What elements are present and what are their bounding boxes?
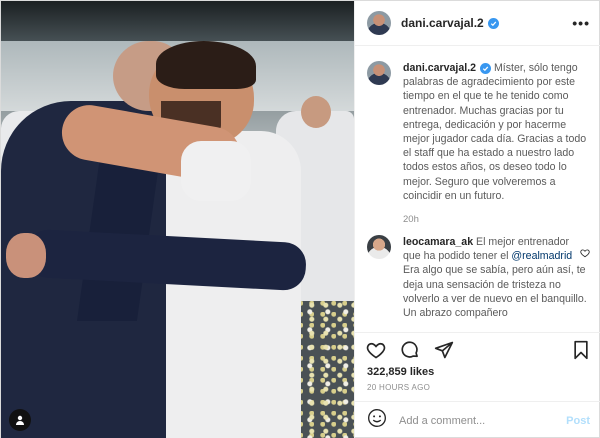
verified-badge-icon [487, 17, 499, 29]
caption-time[interactable]: 20h [403, 213, 589, 227]
caption-text: Míster, sólo tengo palabras de agradecim… [403, 62, 587, 202]
photo-background-head [301, 96, 331, 128]
caption-author-username[interactable]: dani.carvajal.2 [403, 62, 476, 74]
caption-entry: dani.carvajal.2 Míster, sólo tengo palab… [367, 61, 589, 227]
caption-author-avatar[interactable] [367, 61, 391, 85]
post-timestamp[interactable]: 20 HOURS AGO [367, 383, 430, 392]
post-side-panel: dani.carvajal.2 ••• dani.carvajal.2 Míst… [354, 1, 600, 438]
likes-count[interactable]: 322,859 likes [367, 366, 434, 378]
photo-coach-hand [6, 233, 46, 278]
emoji-icon[interactable] [367, 408, 387, 433]
post-photo[interactable] [1, 1, 354, 438]
verified-badge-icon [480, 63, 492, 74]
comment-entry: leocamara_ak El mejor entrenador que ha … [367, 235, 589, 320]
caption-body: dani.carvajal.2 Míster, sólo tengo palab… [403, 61, 589, 227]
heart-icon[interactable] [365, 339, 387, 361]
photo-player-hair [156, 41, 256, 89]
post-actions [355, 332, 600, 366]
comments-list[interactable]: dani.carvajal.2 Míster, sólo tengo palab… [355, 47, 600, 332]
more-options-icon[interactable]: ••• [572, 15, 590, 31]
author-avatar[interactable] [367, 11, 391, 35]
bookmark-icon[interactable] [570, 339, 592, 361]
share-icon[interactable] [433, 339, 455, 361]
tagged-user-icon[interactable] [9, 409, 31, 431]
commenter-avatar[interactable] [367, 235, 391, 259]
photo-stadium-roof [1, 1, 354, 41]
post-header: dani.carvajal.2 ••• [355, 1, 600, 46]
comment-icon[interactable] [399, 339, 421, 361]
comment-input[interactable] [399, 414, 549, 427]
commenter-username[interactable]: leocamara_ak [403, 236, 473, 248]
comment-body: leocamara_ak El mejor entrenador que ha … [403, 235, 589, 320]
comment-mention-link[interactable]: @realmadrid [511, 250, 572, 262]
author-username[interactable]: dani.carvajal.2 [401, 16, 484, 30]
comment-text-end: Era algo que se sabía, pero aún así, te … [403, 264, 587, 320]
add-comment-bar: Post [355, 401, 600, 438]
post-comment-button[interactable]: Post [566, 415, 590, 427]
photo-player-sleeve [181, 141, 251, 201]
small-heart-icon[interactable] [580, 245, 590, 263]
instagram-post: dani.carvajal.2 ••• dani.carvajal.2 Míst… [0, 0, 600, 438]
